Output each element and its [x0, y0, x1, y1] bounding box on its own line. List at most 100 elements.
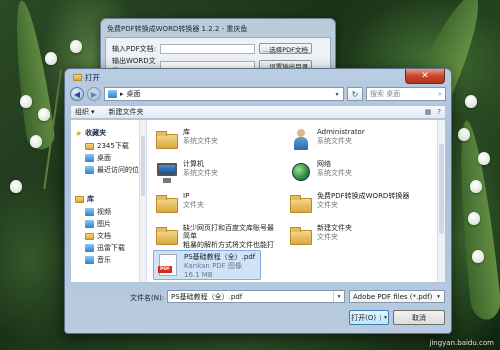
- address-dropdown-button[interactable]: ▾: [331, 91, 343, 98]
- filetype-value: Adobe PDF files (*.pdf): [353, 292, 433, 301]
- nav-item-thunder-download[interactable]: 迅雷下载: [85, 243, 125, 253]
- nav-item-label: 最近访问的位置: [97, 166, 139, 174]
- file-list-scrollbar[interactable]: [437, 120, 445, 282]
- library-folder-icon: [155, 128, 179, 152]
- open-button-label: 打开(O): [351, 313, 377, 322]
- forward-button[interactable]: ▶: [87, 87, 101, 101]
- nav-favorites-label: 收藏夹: [85, 129, 107, 137]
- filename-label: 文件名(N):: [130, 294, 165, 302]
- nav-libraries-label: 库: [87, 195, 94, 203]
- chevron-down-icon[interactable]: ▾: [380, 314, 387, 321]
- nav-scrollbar-thumb[interactable]: [141, 136, 145, 196]
- file-type: 文件夹: [317, 201, 338, 209]
- chevron-down-icon: ▾: [437, 293, 440, 300]
- nav-item-recent-places[interactable]: 最近访问的位置: [85, 165, 139, 175]
- site-watermark: jingyan.baidu.com: [429, 339, 494, 347]
- wallpaper-leaf: [7, 0, 57, 152]
- folder-icon: [289, 192, 313, 216]
- lily-flower: [38, 108, 50, 121]
- new-folder-button[interactable]: 新建文件夹: [109, 107, 144, 117]
- lily-flower: [30, 135, 42, 148]
- desktop-icon: [108, 90, 117, 98]
- nav-libraries[interactable]: 库: [75, 194, 94, 204]
- organize-menu[interactable]: 组织 ▾: [75, 107, 95, 117]
- breadcrumb-desktop[interactable]: 桌面: [127, 89, 141, 99]
- nav-scrollbar[interactable]: [140, 120, 147, 282]
- file-name: PS基础教程（全）.pdf: [184, 253, 256, 261]
- address-row: ◀ ▶ ▸ 桌面 ▾ ↻ 搜索 桌面 ⌕: [70, 86, 446, 102]
- address-bar[interactable]: ▸ 桌面 ▾: [104, 87, 344, 101]
- folder-icon: [85, 142, 94, 150]
- refresh-button[interactable]: ↻: [347, 87, 363, 101]
- file-item-libraries[interactable]: 库 系统文件夹: [153, 126, 279, 158]
- search-icon: ⌕: [438, 89, 442, 98]
- thunder-download-icon: [85, 244, 94, 252]
- back-button[interactable]: ◀: [70, 87, 84, 101]
- organize-label: 组织: [75, 108, 89, 116]
- file-size: 16.1 MB: [184, 271, 213, 279]
- nav-item-music[interactable]: 音乐: [85, 255, 111, 265]
- breadcrumb-separator: ▸: [120, 90, 124, 98]
- nav-favorites[interactable]: ★ 收藏夹: [75, 128, 106, 138]
- file-type: 文件夹: [183, 201, 204, 209]
- file-item-new-folder[interactable]: 新建文件夹 文件夹: [287, 222, 413, 254]
- nav-item-label: 桌面: [97, 154, 111, 162]
- pdf-input-field[interactable]: [160, 43, 255, 54]
- open-button[interactable]: 打开(O) ▾: [349, 310, 389, 325]
- file-list-scrollbar-thumb[interactable]: [439, 144, 444, 234]
- chevron-down-icon[interactable]: ▾: [333, 291, 344, 302]
- nav-item-label: 迅雷下载: [97, 244, 125, 252]
- forward-arrow-icon: ▶: [90, 89, 98, 99]
- nav-item-pictures[interactable]: 图片: [85, 219, 111, 229]
- file-type: Kankan PDF 图像: [184, 262, 242, 270]
- file-name: Administrator: [317, 128, 365, 136]
- command-toolbar: 组织 ▾ 新建文件夹 ▦ ?: [70, 105, 446, 119]
- file-name: 缺少网页打和百度文库账号最简单: [183, 224, 274, 240]
- close-icon: ✕: [421, 71, 429, 81]
- file-item-ps-tutorial-pdf[interactable]: PS基础教程（全）.pdf Kankan PDF 图像 16.1 MB: [153, 250, 261, 280]
- file-type: 文件夹: [317, 233, 338, 241]
- pdf-input-label: 输入PDF文档:: [112, 44, 156, 53]
- folder-icon: [73, 74, 82, 81]
- filename-input[interactable]: PS基础教程（全）.pdf ▾: [167, 290, 345, 303]
- filetype-select[interactable]: Adobe PDF files (*.pdf) ▾: [349, 290, 445, 303]
- file-type: 系统文件夹: [317, 137, 352, 145]
- navigation-pane: ★ 收藏夹 2345下载 桌面 最近访问的位置 库 视频: [71, 120, 140, 282]
- file-item-network[interactable]: 网络 系统文件夹: [287, 158, 413, 190]
- file-item-computer[interactable]: 计算机 系统文件夹: [153, 158, 279, 190]
- file-item-administrator[interactable]: Administrator 系统文件夹: [287, 126, 413, 158]
- desktop-icon: [85, 154, 94, 162]
- lily-flower: [458, 128, 470, 141]
- choose-pdf-button[interactable]: ...选择PDF文档: [259, 43, 312, 54]
- view-options-icon[interactable]: ▦: [425, 108, 432, 116]
- lily-flower: [472, 250, 484, 263]
- file-type: 系统文件夹: [183, 169, 218, 177]
- computer-icon: [155, 160, 179, 184]
- help-icon[interactable]: ?: [437, 108, 441, 116]
- file-type: 系统文件夹: [317, 169, 352, 177]
- open-file-dialog[interactable]: 打开 ✕ ◀ ▶ ▸ 桌面 ▾ ↻ 搜索 桌面 ⌕ 组织 ▾ 新建文件夹 ▦ ?: [64, 68, 452, 334]
- pdf-input-row: 输入PDF文档: ...选择PDF文档: [112, 43, 312, 54]
- nav-item-desktop[interactable]: 桌面: [85, 153, 111, 163]
- nav-item-videos[interactable]: 视频: [85, 207, 111, 217]
- nav-item-label: 图片: [97, 220, 111, 228]
- lily-flower: [20, 95, 32, 108]
- close-button[interactable]: ✕: [405, 69, 445, 84]
- back-arrow-icon: ◀: [73, 89, 81, 99]
- star-icon: ★: [75, 128, 83, 138]
- file-list: 库 系统文件夹 Administrator 系统文件夹 计算机 系统文件夹 网络…: [149, 120, 445, 282]
- file-type: 系统文件夹: [183, 137, 218, 145]
- file-name: 计算机: [183, 160, 204, 168]
- nav-item-2345-download[interactable]: 2345下载: [85, 141, 129, 151]
- file-item-ip[interactable]: IP 文件夹: [153, 190, 279, 222]
- folder-icon: [155, 192, 179, 216]
- nav-item-documents[interactable]: 文档: [85, 231, 111, 241]
- nav-item-label: 音乐: [97, 256, 111, 264]
- search-input[interactable]: 搜索 桌面 ⌕: [366, 87, 446, 101]
- file-item-pdf-converter-folder[interactable]: 免费PDF转换成WORD转换器 文件夹: [287, 190, 413, 222]
- cancel-button[interactable]: 取消: [393, 310, 445, 325]
- lily-flower: [10, 180, 22, 193]
- filename-value: PS基础教程（全）.pdf: [171, 292, 243, 301]
- chevron-down-icon: ▾: [91, 108, 95, 116]
- folder-icon: [289, 224, 313, 248]
